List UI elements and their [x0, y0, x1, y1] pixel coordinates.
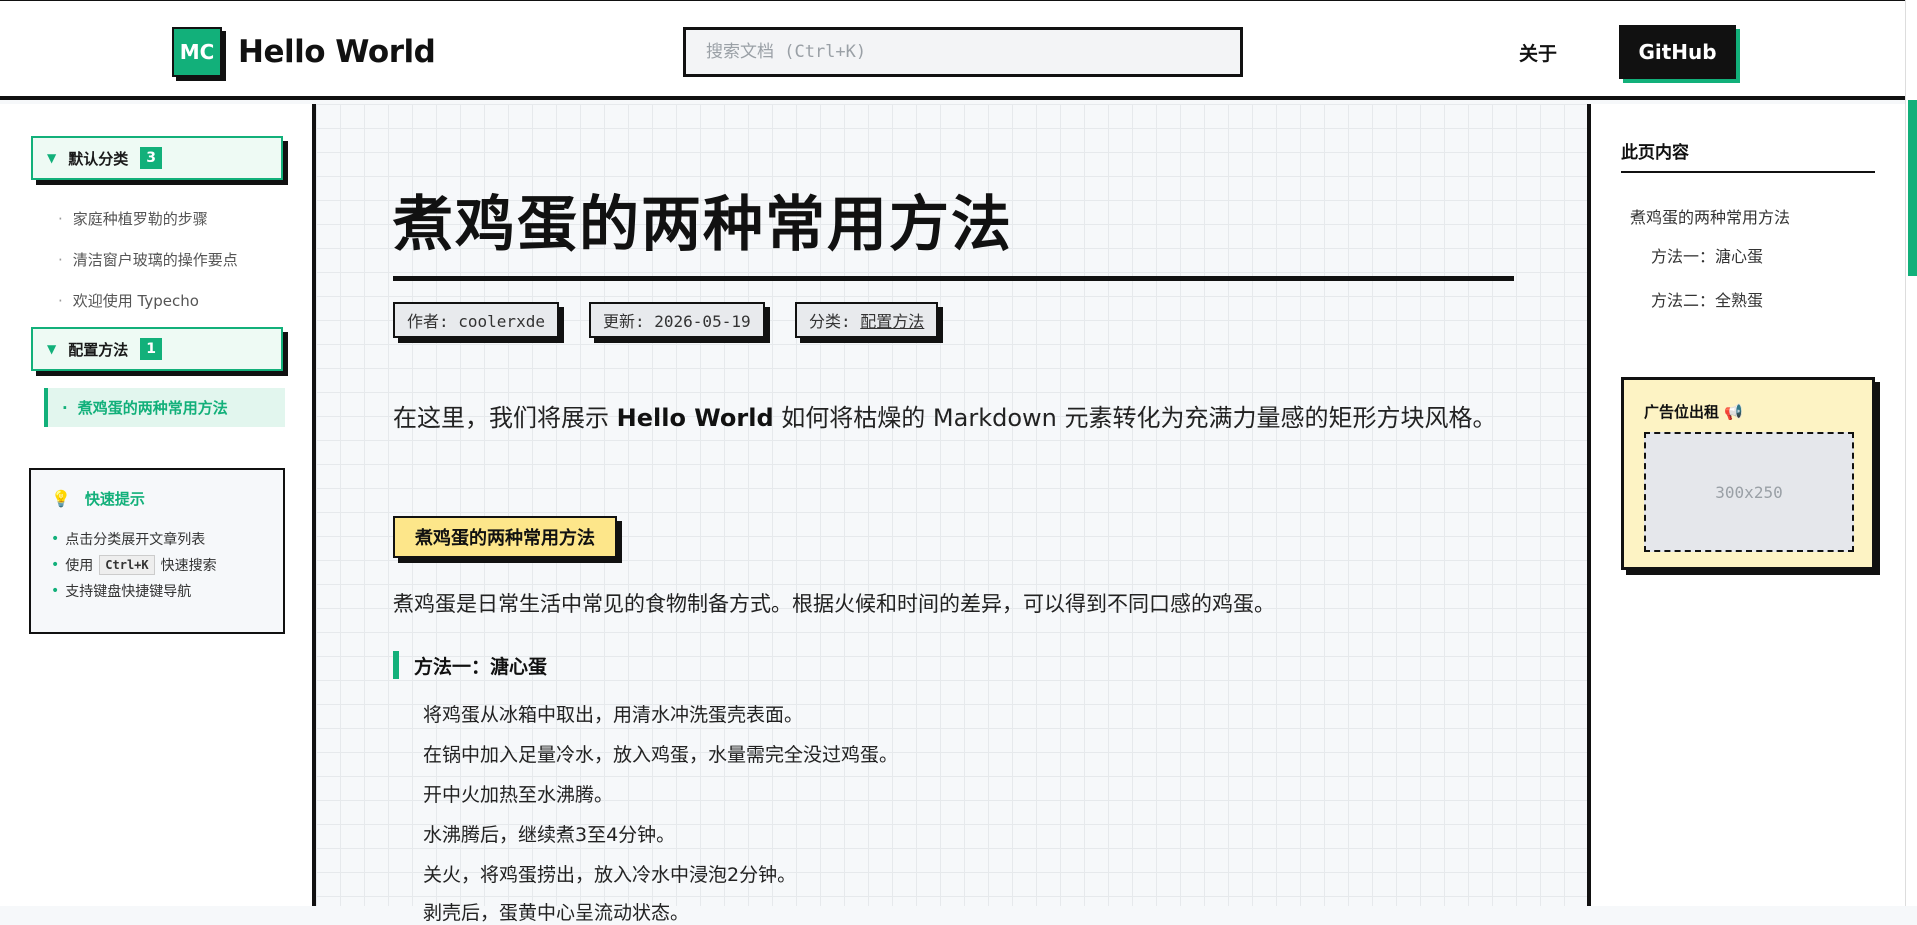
tip-text: 快速搜索 — [160, 558, 217, 574]
toc-divider — [1621, 171, 1875, 173]
chevron-down-icon: ▼ — [47, 151, 57, 165]
tip-text: 点击分类展开文章列表 — [65, 532, 206, 548]
bullet-icon: · — [58, 292, 63, 310]
tip-item: • 使用 Ctrl+K 快速搜索 — [51, 555, 263, 575]
subheading-accent-bar — [393, 651, 399, 679]
step-item: 剥壳后，蛋黄中心呈流动状态。 — [423, 902, 690, 924]
category-label: 配置方法 — [68, 340, 129, 359]
meta-updated-badge: 更新: 2026-05-19 — [589, 302, 765, 338]
subheading: 方法一：溏心蛋 — [414, 656, 548, 678]
megaphone-icon: 📢 — [1724, 403, 1743, 421]
meta-category-badge: 分类: 配置方法 — [795, 302, 939, 338]
intro-text: 在这里，我们将展示 — [393, 404, 609, 432]
toc-item[interactable]: 方法二：全熟蛋 — [1651, 287, 1763, 311]
section-paragraph: 煮鸡蛋是日常生活中常见的食物制备方式。根据火候和时间的差异，可以得到不同口感的鸡… — [393, 592, 1275, 616]
github-button[interactable]: GitHub — [1619, 25, 1736, 79]
site-title: Hello World — [238, 34, 436, 70]
ad-title: 广告位出租 📢 — [1644, 401, 1743, 422]
tips-heading: 💡 快速提示 — [51, 488, 263, 509]
search-input[interactable] — [683, 27, 1243, 77]
post-title: 清洁窗户玻璃的操作要点 — [72, 251, 238, 269]
category-link[interactable]: 配置方法 — [860, 308, 924, 332]
bullet-icon: • — [51, 531, 60, 547]
section-heading: 煮鸡蛋的两种常用方法 — [393, 516, 617, 558]
tip-text: 使用 — [65, 558, 94, 574]
category-count-badge: 1 — [140, 338, 162, 360]
meta-author-badge: 作者: coolerxde — [393, 302, 559, 338]
sidebar-post-item[interactable]: · 清洁窗户玻璃的操作要点 — [58, 249, 238, 270]
site-logo[interactable]: MC Hello World — [172, 27, 436, 77]
quick-tips-panel: 💡 快速提示 • 点击分类展开文章列表 • 使用 Ctrl+K 快速搜索 • 支持键盘快捷… — [29, 468, 285, 634]
toc-item[interactable]: 煮鸡蛋的两种常用方法 — [1630, 204, 1790, 228]
ad-panel: 广告位出租 📢 300x250 — [1621, 377, 1875, 570]
ad-title-text: 广告位出租 — [1644, 403, 1720, 421]
tip-item: • 点击分类展开文章列表 — [51, 529, 263, 549]
post-title: 欢迎使用 Typecho — [72, 292, 199, 310]
step-item: 在锅中加入足量冷水，放入鸡蛋，水量需完全没过鸡蛋。 — [423, 744, 899, 766]
lightbulb-icon: 💡 — [51, 489, 71, 508]
article-intro: 在这里，我们将展示 Hello World 如何将枯燥的 Markdown 元素… — [393, 398, 1497, 433]
toc-title: 此页内容 — [1621, 143, 1689, 163]
bullet-icon: · — [58, 210, 63, 228]
category-count-badge: 3 — [140, 147, 162, 169]
logo-mark: MC — [172, 27, 222, 77]
step-item: 水沸腾后，继续煮3至4分钟。 — [423, 824, 676, 846]
site-header: MC Hello World 关于 GitHub — [0, 0, 1905, 100]
tip-item: • 支持键盘快捷键导航 — [51, 581, 263, 601]
post-title: 家庭种植罗勒的步骤 — [72, 210, 208, 228]
title-divider — [393, 276, 1514, 281]
category-default[interactable]: ▼ 默认分类 3 — [31, 136, 283, 180]
meta-category-label: 分类: — [809, 312, 851, 331]
sidebar-post-item[interactable]: · 家庭种植罗勒的步骤 — [58, 208, 208, 229]
bullet-icon: · — [62, 398, 68, 417]
category-label: 默认分类 — [68, 149, 129, 168]
tip-text: 支持键盘快捷键导航 — [65, 584, 192, 600]
step-item: 开中火加热至水沸腾。 — [423, 784, 614, 806]
shortcut-key: Ctrl+K — [99, 555, 155, 575]
step-item: 将鸡蛋从冰箱中取出，用清水冲洗蛋壳表面。 — [423, 704, 804, 726]
bullet-icon: • — [51, 583, 60, 599]
chevron-down-icon: ▼ — [47, 342, 57, 356]
sidebar-post-item[interactable]: · 欢迎使用 Typecho — [58, 290, 199, 311]
step-item: 关火，将鸡蛋捞出，放入冷水中浸泡2分钟。 — [423, 864, 797, 886]
scrollbar-thumb[interactable] — [1908, 100, 1917, 276]
sidebar-post-item-active[interactable]: · 煮鸡蛋的两种常用方法 — [44, 388, 285, 427]
tips-title: 快速提示 — [84, 490, 145, 508]
toc-item[interactable]: 方法一：溏心蛋 — [1651, 243, 1763, 267]
article-title: 煮鸡蛋的两种常用方法 — [393, 190, 1013, 260]
post-title: 煮鸡蛋的两种常用方法 — [77, 399, 228, 417]
ad-slot[interactable]: 300x250 — [1644, 432, 1854, 552]
category-config[interactable]: ▼ 配置方法 1 — [31, 327, 283, 371]
intro-text: 如何将枯燥的 Markdown 元素转化为充满力量感的矩形方块风格。 — [781, 404, 1497, 432]
bullet-icon: · — [58, 251, 63, 269]
intro-highlight: Hello World — [616, 404, 774, 432]
nav-about-link[interactable]: 关于 — [1519, 39, 1557, 66]
bullet-icon: • — [51, 557, 60, 573]
